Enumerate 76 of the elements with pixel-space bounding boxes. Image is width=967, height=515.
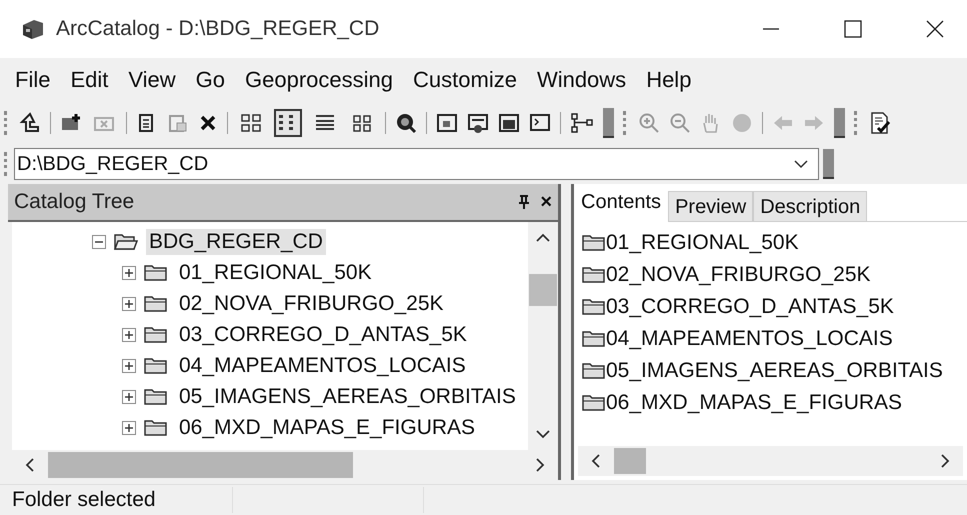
tree-item[interactable]: 02_NOVA_FRIBURGO_25K [176, 290, 447, 316]
folder-icon [144, 294, 168, 312]
folder-icon [582, 362, 606, 380]
scroll-up-icon[interactable] [535, 232, 551, 244]
content-item[interactable]: 01_REGIONAL_50K [606, 231, 799, 255]
tab[interactable]: Description [753, 191, 868, 222]
folder-icon [144, 326, 168, 344]
expander-icon[interactable] [122, 358, 136, 372]
folder-icon [582, 234, 606, 252]
tab[interactable]: Preview [668, 191, 754, 222]
scroll-left-icon[interactable] [590, 453, 602, 469]
vertical-scrollbar[interactable] [528, 222, 558, 450]
scroll-right-icon[interactable] [534, 457, 546, 473]
content-item[interactable]: 02_NOVA_FRIBURGO_25K [606, 263, 871, 287]
expander-icon[interactable] [122, 390, 136, 404]
window-icon[interactable] [436, 112, 458, 134]
status-text: Folder selected [12, 488, 157, 512]
menu-item[interactable]: Geoprocessing [245, 67, 394, 93]
maximize-icon[interactable] [843, 19, 863, 39]
details-icon[interactable] [274, 109, 302, 137]
content-item[interactable]: 05_IMAGENS_AEREAS_ORBITAIS [606, 359, 943, 383]
tree-item[interactable]: 04_MAPEAMENTOS_LOCAIS [176, 352, 469, 378]
folder-icon [144, 356, 168, 374]
overflow-icon[interactable] [603, 108, 614, 138]
content-item[interactable]: 03_CORREGO_D_ANTAS_5K [606, 295, 894, 319]
address-field[interactable]: D:\BDG_REGER_CD [14, 148, 819, 180]
folder-icon [144, 264, 168, 282]
folder-icon [144, 388, 168, 406]
folder-icon [144, 418, 168, 436]
folder-icon [582, 330, 606, 348]
scroll-thumb[interactable] [529, 274, 557, 306]
expander-icon[interactable] [122, 296, 136, 310]
menu-item[interactable]: Edit [70, 67, 108, 93]
app-icon [20, 17, 46, 41]
menu-item[interactable]: File [15, 67, 50, 93]
menu-item[interactable]: Help [646, 67, 692, 93]
menu-item[interactable]: View [128, 67, 176, 93]
scroll-right-icon[interactable] [939, 453, 951, 469]
content-item[interactable]: 04_MAPEAMENTOS_LOCAIS [606, 327, 893, 351]
scroll-thumb[interactable] [48, 452, 353, 478]
menu-item[interactable]: Go [196, 67, 226, 93]
up-arrow-icon[interactable] [19, 112, 41, 134]
folder-icon [582, 266, 606, 284]
open-folder-icon [114, 232, 138, 250]
tree-item[interactable]: BDG_REGER_CD [146, 228, 326, 254]
expander-icon[interactable] [122, 266, 136, 280]
panel-title: Catalog Tree [14, 190, 134, 214]
expander-icon[interactable] [92, 234, 106, 248]
tree-item[interactable]: 03_CORREGO_D_ANTAS_5K [176, 322, 470, 348]
overflow-icon[interactable] [823, 149, 834, 179]
window-icon[interactable] [498, 112, 520, 134]
tree-item[interactable]: 01_REGIONAL_50K [176, 260, 375, 286]
menu-item[interactable]: Windows [536, 67, 626, 93]
horizontal-scrollbar[interactable] [578, 446, 963, 476]
window-title: ArcCatalog - D:\BDG_REGER_CD [56, 17, 380, 41]
overflow-icon[interactable] [834, 108, 845, 138]
close-icon[interactable] [925, 19, 945, 39]
dropdown-icon[interactable] [793, 158, 809, 170]
expander-icon[interactable] [122, 420, 136, 434]
tree-item[interactable]: 05_IMAGENS_AEREAS_ORBITAIS [176, 384, 519, 410]
window-icon[interactable] [467, 112, 489, 134]
close-button[interactable]: × [540, 190, 552, 214]
tree-item[interactable]: 06_MXD_MAPAS_E_FIGURAS [176, 414, 478, 440]
content-item[interactable]: 06_MXD_MAPAS_E_FIGURAS [606, 391, 902, 415]
folder-icon [582, 298, 606, 316]
search-icon[interactable] [395, 112, 417, 134]
model-icon[interactable] [570, 112, 594, 134]
scroll-left-icon[interactable] [24, 457, 36, 473]
expander-icon[interactable] [122, 328, 136, 342]
terminal-icon[interactable] [529, 112, 551, 134]
menu-item[interactable]: Customize [413, 67, 517, 93]
scroll-down-icon[interactable] [535, 428, 551, 440]
folder-icon [582, 394, 606, 412]
checklist-icon[interactable] [869, 111, 891, 135]
pin-icon[interactable] [518, 194, 530, 210]
scroll-thumb[interactable] [614, 448, 646, 474]
